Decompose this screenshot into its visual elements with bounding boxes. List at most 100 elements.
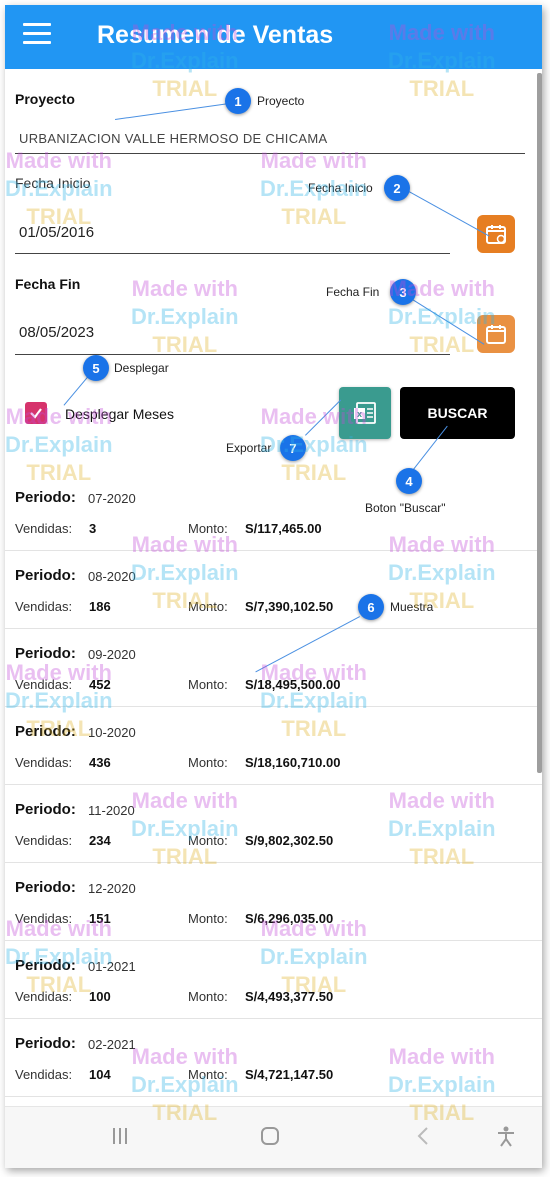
- periodo-value: 08-2020: [88, 569, 136, 584]
- monto-value: S/117,465.00: [245, 521, 322, 536]
- vendidas-label: Vendidas:: [15, 1067, 73, 1082]
- fecha-inicio-label: Fecha Inicio: [15, 175, 91, 191]
- fecha-inicio-underline: [15, 253, 450, 254]
- excel-icon: x: [354, 402, 376, 424]
- fecha-fin-underline: [15, 354, 450, 355]
- callout-2-label: Fecha Inicio: [308, 181, 373, 195]
- periodo-label: Periodo:: [15, 567, 76, 584]
- app-title: Resumen de Ventas: [97, 21, 334, 49]
- desplegar-meses-label: Desplegar Meses: [65, 406, 174, 422]
- recent-apps-icon[interactable]: [109, 1125, 131, 1152]
- callout-3-marker: 3: [390, 279, 416, 305]
- calendar-icon: [486, 325, 506, 344]
- monto-value: S/18,160,710.00: [245, 755, 341, 770]
- svg-text:x: x: [357, 409, 362, 419]
- vendidas-value: 104: [89, 1067, 111, 1082]
- periodo-value: 11-2020: [88, 803, 135, 818]
- vendidas-value: 436: [89, 755, 111, 770]
- list-item[interactable]: Periodo: 08-2020 Vendidas: 186 Monto: S/…: [5, 551, 542, 629]
- fecha-inicio-calendar-button[interactable]: [477, 215, 515, 253]
- vendidas-value: 452: [89, 677, 111, 692]
- vendidas-label: Vendidas:: [15, 911, 73, 926]
- monto-label: Monto:: [188, 989, 228, 1004]
- periodo-label: Periodo:: [15, 723, 76, 740]
- callout-5-marker: 5: [83, 355, 109, 381]
- app-bar: Resumen de Ventas: [5, 5, 542, 69]
- monto-value: S/9,802,302.50: [245, 833, 334, 848]
- callout-2-leader: [408, 191, 490, 237]
- periodo-label: Periodo:: [15, 489, 76, 506]
- proyecto-select[interactable]: URBANIZACION VALLE HERMOSO DE CHICAMA: [19, 131, 327, 146]
- monto-label: Monto:: [188, 599, 228, 614]
- monto-value: S/4,493,377.50: [245, 989, 334, 1004]
- vendidas-value: 3: [89, 521, 97, 536]
- monto-label: Monto:: [188, 755, 228, 770]
- callout-1-leader: [115, 102, 232, 120]
- monto-label: Monto:: [188, 521, 228, 536]
- list-item[interactable]: Periodo: 01-2021 Vendidas: 100 Monto: S/…: [5, 941, 542, 1019]
- list-item[interactable]: Periodo: 02-2021 Vendidas: 104 Monto: S/…: [5, 1019, 542, 1097]
- callout-5-label: Desplegar: [114, 361, 169, 375]
- periodo-value: 09-2020: [88, 647, 136, 662]
- fecha-fin-label: Fecha Fin: [15, 276, 81, 292]
- callout-5-leader: [63, 374, 90, 406]
- callout-6-marker: 6: [358, 594, 384, 620]
- list-item[interactable]: Periodo: 09-2020 Vendidas: 452 Monto: S/…: [5, 629, 542, 707]
- buscar-button[interactable]: BUSCAR: [400, 387, 515, 439]
- fecha-fin-field[interactable]: 08/05/2023: [19, 324, 94, 341]
- vendidas-label: Vendidas:: [15, 755, 73, 770]
- callout-3-label: Fecha Fin: [326, 285, 380, 299]
- list-item[interactable]: Periodo: 12-2020 Vendidas: 151 Monto: S/…: [5, 863, 542, 941]
- periodo-label: Periodo:: [15, 801, 76, 818]
- callout-4-label: Boton "Buscar": [365, 501, 446, 515]
- vendidas-value: 186: [89, 599, 111, 614]
- callout-6-label: Muestra: [390, 600, 434, 614]
- list-item[interactable]: Periodo: 11-2020 Vendidas: 234 Monto: S/…: [5, 785, 542, 863]
- periodo-value: 10-2020: [88, 725, 136, 740]
- vendidas-label: Vendidas:: [15, 989, 73, 1004]
- periodo-label: Periodo:: [15, 957, 76, 974]
- fecha-fin-calendar-button[interactable]: [477, 315, 515, 353]
- monto-label: Monto:: [188, 677, 228, 692]
- callout-7-label: Exportar: [226, 441, 272, 455]
- system-nav-bar: [5, 1106, 542, 1168]
- vendidas-label: Vendidas:: [15, 521, 73, 536]
- monto-value: S/4,721,147.50: [245, 1067, 334, 1082]
- vendidas-label: Vendidas:: [15, 599, 73, 614]
- monto-value: S/6,296,035.00: [245, 911, 334, 926]
- periodo-value: 12-2020: [88, 881, 136, 896]
- periodo-label: Periodo:: [15, 645, 76, 662]
- periodo-value: 01-2021: [88, 959, 136, 974]
- back-icon[interactable]: [413, 1125, 435, 1152]
- proyecto-underline: [15, 153, 525, 154]
- vendidas-label: Vendidas:: [15, 833, 73, 848]
- home-icon[interactable]: [259, 1125, 281, 1152]
- accessibility-icon[interactable]: [495, 1125, 517, 1152]
- vendidas-value: 151: [89, 911, 111, 926]
- scrollbar[interactable]: [537, 73, 542, 773]
- monto-value: S/7,390,102.50: [245, 599, 334, 614]
- callout-3-leader: [402, 293, 485, 345]
- monto-value: S/18,495,500.00: [245, 677, 341, 692]
- callout-4-marker: 4: [396, 468, 422, 494]
- callout-7-marker: 7: [280, 435, 306, 461]
- proyecto-label: Proyecto: [15, 91, 75, 107]
- phone-screen: Resumen de Ventas Proyecto URBANIZACION …: [5, 5, 542, 1168]
- fecha-inicio-field[interactable]: 01/05/2016: [19, 224, 94, 241]
- callout-1-label: Proyecto: [257, 94, 305, 108]
- vendidas-value: 100: [89, 989, 111, 1004]
- trial-watermark: Made with Dr.Explain TRIAL: [131, 276, 239, 357]
- hamburger-icon[interactable]: [23, 23, 51, 47]
- callout-2-marker: 2: [384, 175, 410, 201]
- checkmark-icon: [30, 408, 42, 419]
- export-excel-button[interactable]: x: [339, 387, 391, 439]
- list-item[interactable]: Periodo: 10-2020 Vendidas: 436 Monto: S/…: [5, 707, 542, 785]
- monto-label: Monto:: [188, 833, 228, 848]
- list-item[interactable]: Periodo: 07-2020 Vendidas: 3 Monto: S/11…: [5, 473, 542, 551]
- vendidas-label: Vendidas:: [15, 677, 73, 692]
- monto-label: Monto:: [188, 1067, 228, 1082]
- periodo-label: Periodo:: [15, 1035, 76, 1052]
- callout-1-marker: 1: [225, 88, 251, 114]
- vendidas-value: 234: [89, 833, 111, 848]
- desplegar-meses-checkbox[interactable]: [25, 402, 47, 424]
